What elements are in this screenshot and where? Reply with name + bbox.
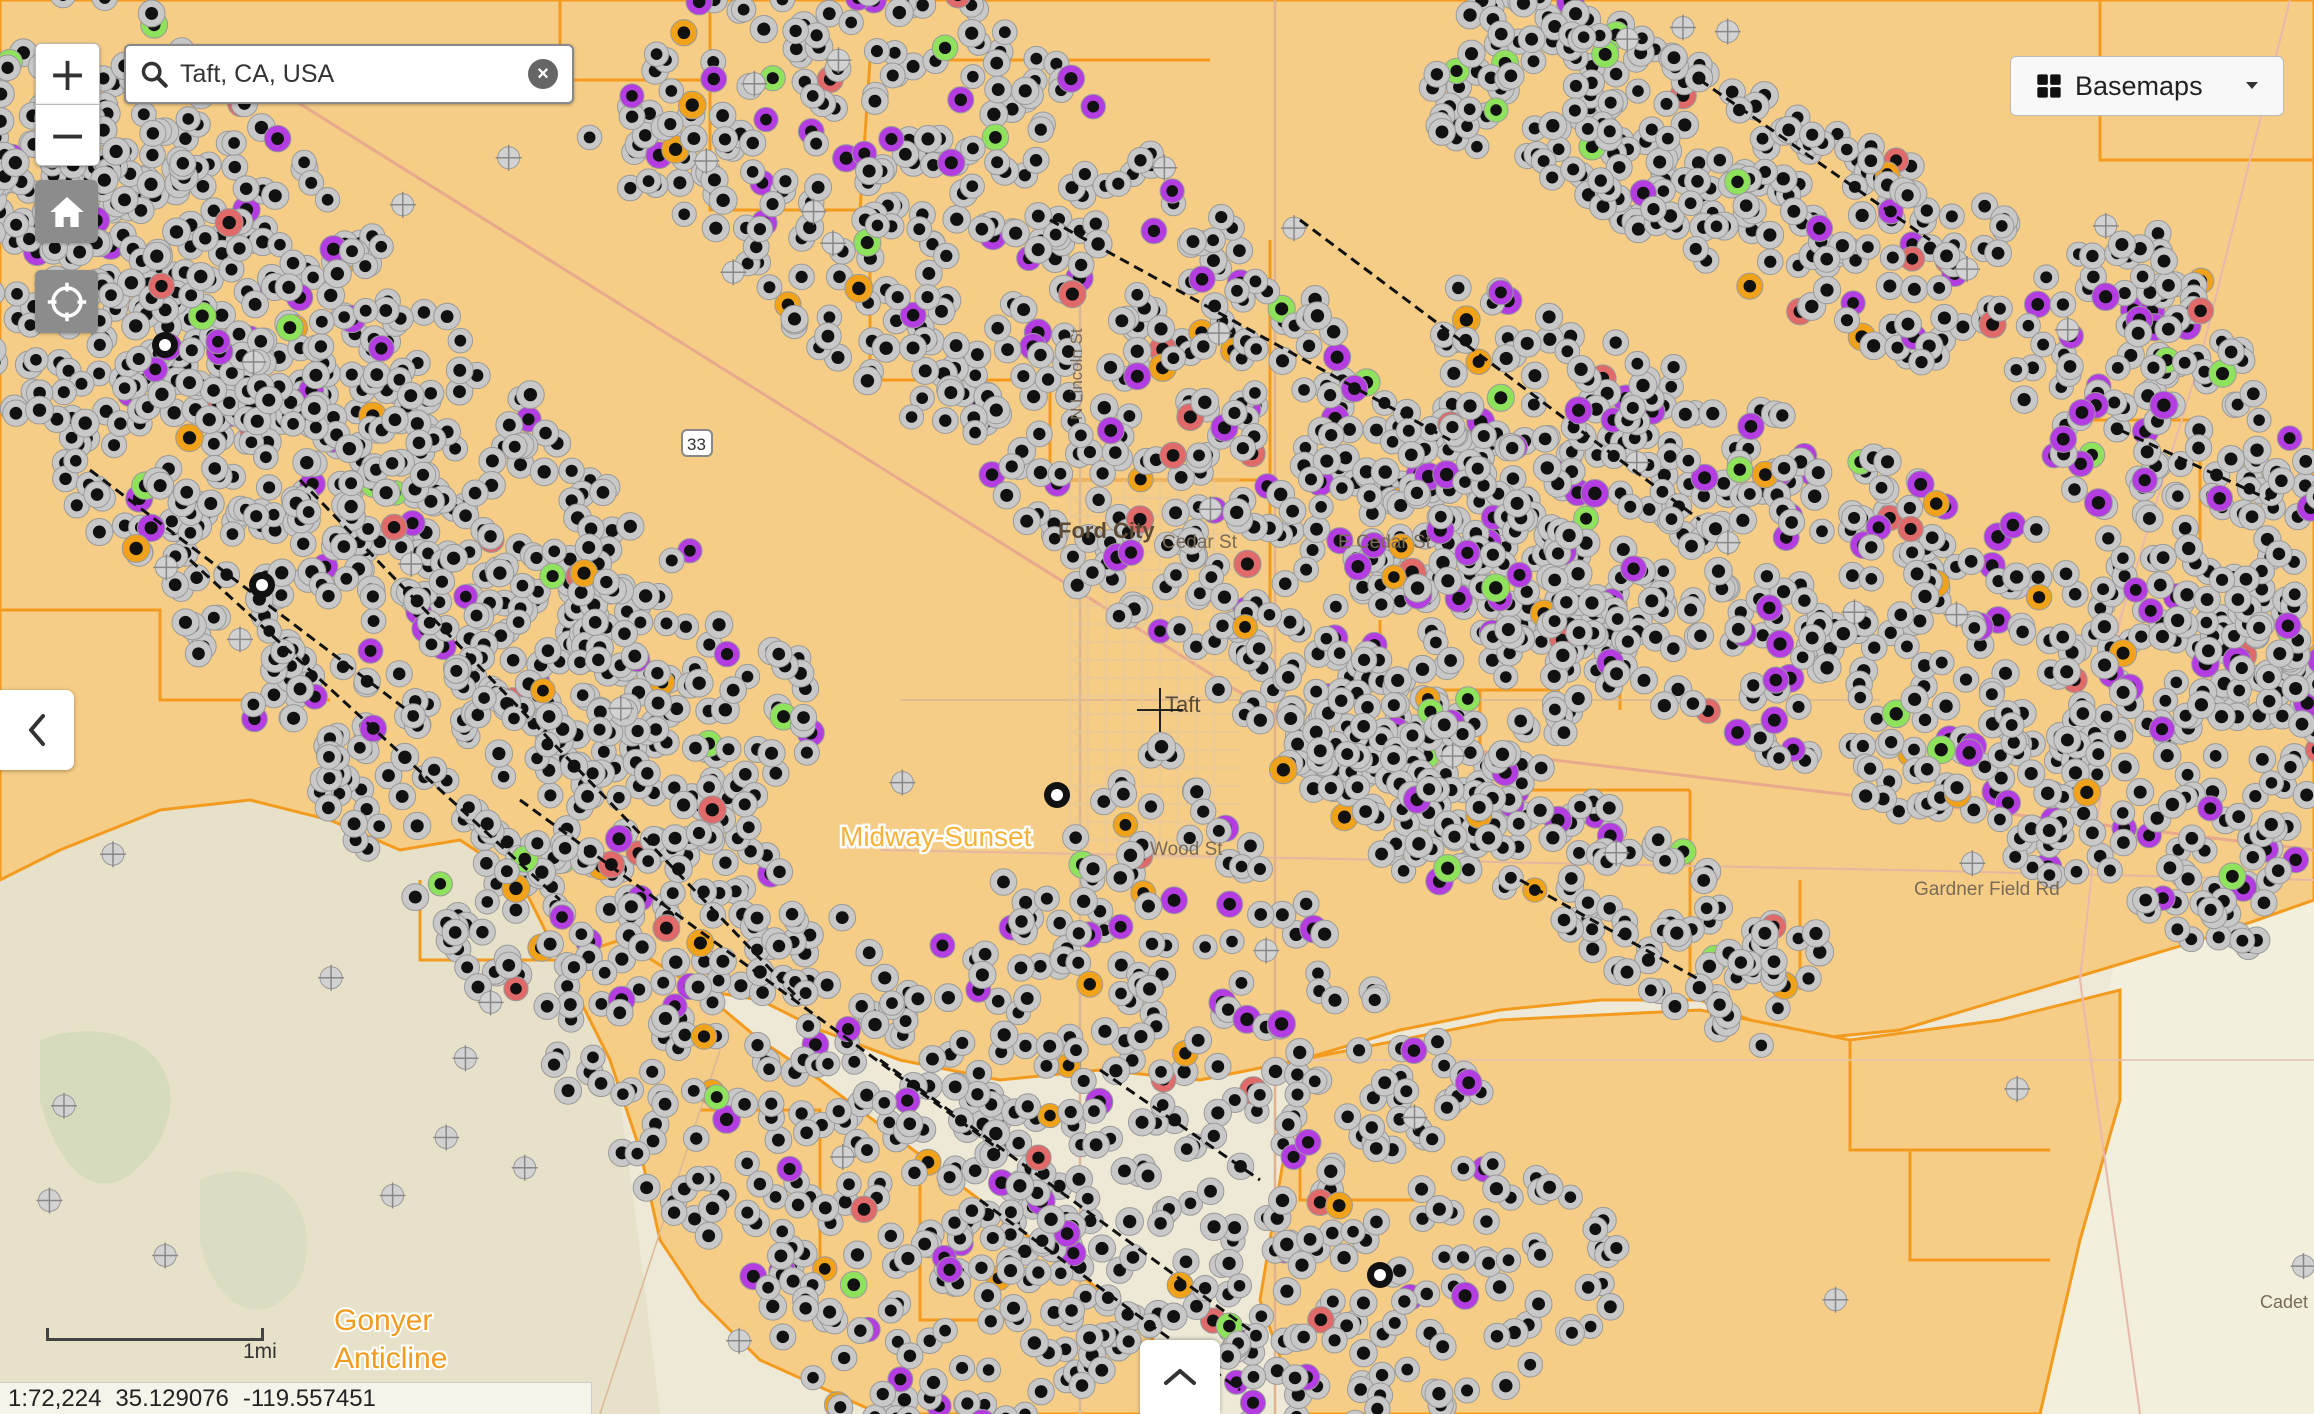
feature-label-gonyer: Gonyer xyxy=(334,1304,432,1337)
map-canvas[interactable]: Ford City Taft Midway-Sunset Gonyer Anti… xyxy=(0,0,2314,1414)
feature-label-anticline: Anticline xyxy=(334,1342,447,1375)
expand-bottom-panel-button[interactable] xyxy=(1140,1340,1220,1414)
home-icon xyxy=(49,196,84,227)
search-icon xyxy=(141,61,168,88)
latitude-readout: 35.129076 xyxy=(115,1384,229,1412)
highway-shield-33: 33 xyxy=(681,429,713,457)
scale-bar xyxy=(46,1328,264,1341)
street-label-lincoln: N Lincoln St xyxy=(1067,328,1086,420)
street-label-cedar: Cedar St xyxy=(1162,532,1238,553)
close-circle-icon: × xyxy=(537,62,549,85)
street-label-wood: Wood St xyxy=(1150,839,1223,860)
longitude-readout: -119.557451 xyxy=(242,1384,376,1412)
street-label-gardner: Gardner Field Rd xyxy=(1914,879,2060,900)
zoom-in-button[interactable]: + xyxy=(35,43,100,105)
search-box: × xyxy=(124,44,574,104)
map-scale-readout: 1:72,224 xyxy=(8,1384,102,1412)
basemaps-label: Basemaps xyxy=(2075,70,2203,101)
place-label-ford-city: Ford City xyxy=(1058,518,1155,543)
minus-icon: − xyxy=(48,108,87,162)
street-label-e-cedar: E Cedar St xyxy=(1338,532,1432,553)
coordinate-status-bar: 1:72,224 35.129076 -119.557451 xyxy=(0,1382,592,1414)
grid-icon xyxy=(2037,74,2061,98)
place-label-midway-sunset: Midway-Sunset xyxy=(840,821,1032,852)
search-input[interactable] xyxy=(178,58,528,90)
street-label-cadet: Cadet Rd xyxy=(2260,1292,2314,1312)
home-button[interactable] xyxy=(35,180,98,243)
basemaps-dropdown[interactable]: Basemaps xyxy=(2010,56,2284,116)
zoom-out-button[interactable]: − xyxy=(35,104,100,166)
chevron-left-icon xyxy=(29,714,45,746)
crosshair-locate-icon xyxy=(47,282,86,321)
caret-down-icon xyxy=(2246,82,2258,89)
place-label-taft: Taft xyxy=(1165,692,1200,717)
plus-icon: + xyxy=(48,47,87,101)
locate-button[interactable] xyxy=(35,270,98,333)
chevron-up-icon xyxy=(1164,1369,1196,1385)
clear-search-button[interactable]: × xyxy=(528,59,558,89)
scale-bar-label: 1mi xyxy=(243,1340,277,1363)
collapse-left-panel-button[interactable] xyxy=(0,690,74,770)
